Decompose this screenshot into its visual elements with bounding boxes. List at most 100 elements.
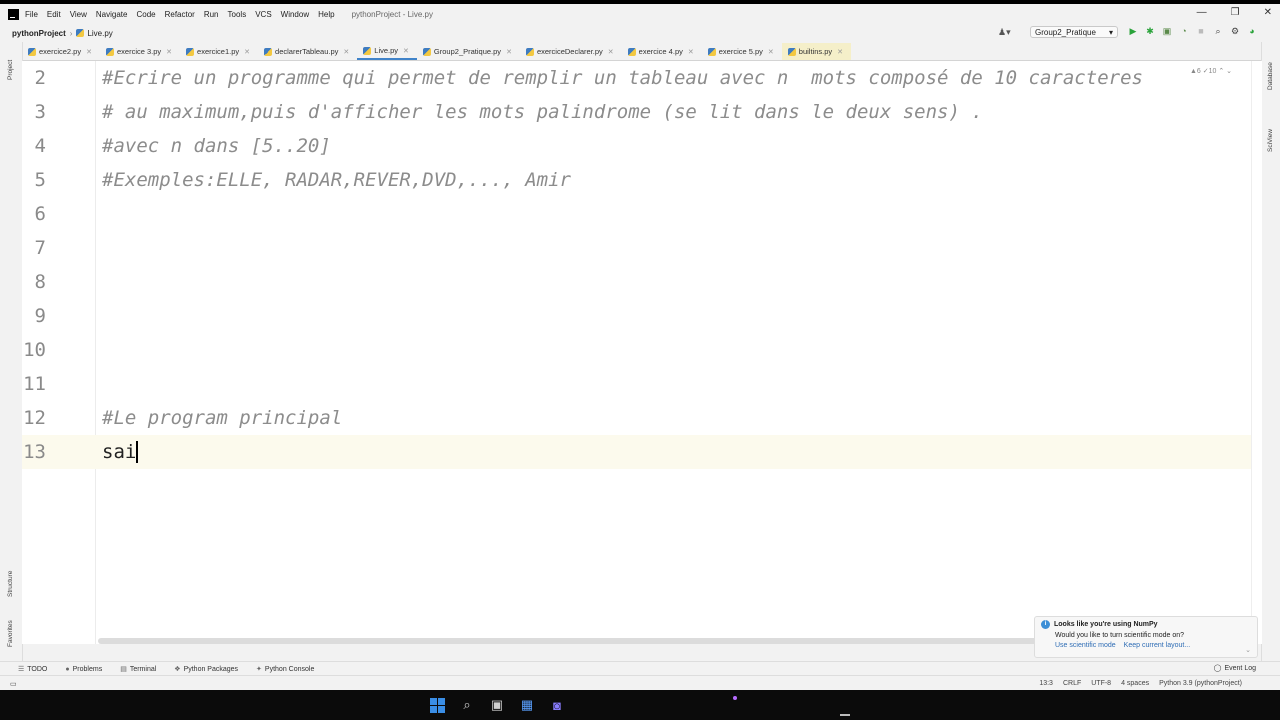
tab-group2-pratique[interactable]: Group2_Pratique.py ✕ xyxy=(417,43,520,60)
menu-tools[interactable]: Tools xyxy=(228,10,247,19)
code-editor[interactable]: ▲6 ✓10 ⌃ ⌄ 2 #Ecrire un programme qui pe… xyxy=(22,61,1262,644)
code-line[interactable]: 2 #Ecrire un programme qui permet de rem… xyxy=(22,61,1262,95)
update-icon[interactable]: ◕ xyxy=(1247,26,1257,37)
terminal-tab[interactable]: ▤ Terminal xyxy=(120,665,156,674)
code-text: # au maximum,puis d'afficher les mots pa… xyxy=(102,101,983,123)
editor-tab-bar: exercice2.py ✕ exercice 3.py ✕ exercice1.p… xyxy=(22,42,1262,61)
run-configuration-select[interactable]: Group2_Pratique ▾ xyxy=(1030,26,1118,38)
tab-exercice-declarer[interactable]: exerciceDeclarer.py ✕ xyxy=(520,43,622,60)
run-icon[interactable]: ▶ xyxy=(1128,26,1138,37)
code-line[interactable]: 12 #Le program principal xyxy=(22,401,1262,435)
code-line[interactable]: 6 xyxy=(22,197,1262,231)
line-separator[interactable]: CRLF xyxy=(1063,680,1081,687)
python-file-icon xyxy=(28,47,36,56)
close-tab-icon[interactable]: ✕ xyxy=(506,48,512,56)
python-interpreter[interactable]: Python 3.9 (pythonProject) xyxy=(1159,680,1242,687)
menu-edit[interactable]: Edit xyxy=(47,10,61,19)
keep-current-layout-link[interactable]: Keep current layout... xyxy=(1124,642,1191,649)
code-line[interactable]: 4 #avec n dans [5..20] xyxy=(22,129,1262,163)
tab-exercice-5[interactable]: exercice 5.py ✕ xyxy=(702,43,782,60)
search-icon[interactable]: ⌕ xyxy=(1213,26,1223,37)
status-widgets: 13:3 CRLF UTF-8 4 spaces Python 3.9 (pyt… xyxy=(1039,680,1242,687)
sciview-tool-button[interactable]: SciView xyxy=(1267,129,1274,152)
python-packages-tab[interactable]: ❖ Python Packages xyxy=(174,665,238,674)
code-line[interactable]: 3 # au maximum,puis d'afficher les mots … xyxy=(22,95,1262,129)
minimize-button[interactable]: — xyxy=(1197,7,1207,18)
notification-body: Would you like to turn scientific mode o… xyxy=(1055,632,1185,639)
profile-icon[interactable]: ◔ xyxy=(1179,26,1189,37)
debug-icon[interactable]: ✱ xyxy=(1145,26,1155,37)
code-line[interactable]: 9 xyxy=(22,299,1262,333)
close-tab-icon[interactable]: ✕ xyxy=(768,48,774,56)
tab-exercice2[interactable]: exercice2.py ✕ xyxy=(22,43,100,60)
vcs-user-icon[interactable]: ♟▾ xyxy=(998,27,1011,38)
event-log-button[interactable]: ◯ Event Log xyxy=(1213,664,1256,673)
event-log-icon: ◯ xyxy=(1213,665,1222,672)
gear-icon[interactable]: ⚙ xyxy=(1230,26,1240,37)
tab-exercice1[interactable]: exercice1.py ✕ xyxy=(180,43,258,60)
menu-window[interactable]: Window xyxy=(281,10,309,19)
use-scientific-mode-link[interactable]: Use scientific mode xyxy=(1055,642,1116,649)
line-number: 3 xyxy=(34,101,46,123)
project-tool-button[interactable]: Project xyxy=(7,60,14,80)
close-tab-icon[interactable]: ✕ xyxy=(166,48,172,56)
menu-run[interactable]: Run xyxy=(204,10,219,19)
widgets-icon[interactable]: ▦ xyxy=(518,696,536,714)
menu-code[interactable]: Code xyxy=(136,10,155,19)
code-line-current[interactable]: 13 sai xyxy=(22,435,1262,469)
favorites-tool-button[interactable]: Favorites xyxy=(7,620,14,647)
code-text: #avec n dans [5..20] xyxy=(102,135,331,157)
maximize-button[interactable]: ❐ xyxy=(1231,7,1240,18)
code-line[interactable]: 10 xyxy=(22,333,1262,367)
menu-view[interactable]: View xyxy=(70,10,87,19)
coverage-icon[interactable]: ▣ xyxy=(1162,26,1172,37)
tab-declarer-tableau[interactable]: declarerTableau.py ✕ xyxy=(258,43,357,60)
stop-icon[interactable]: ■ xyxy=(1196,26,1206,37)
chevron-down-icon[interactable]: ⌄ xyxy=(1245,646,1251,654)
menu-file[interactable]: File xyxy=(25,10,38,19)
close-tab-icon[interactable]: ✕ xyxy=(837,48,843,56)
menu-help[interactable]: Help xyxy=(318,10,334,19)
info-icon: i xyxy=(1041,620,1050,629)
breadcrumb-file[interactable]: Live.py xyxy=(76,29,113,38)
left-tool-strip: Project Structure Favorites xyxy=(0,42,23,662)
close-tab-icon[interactable]: ✕ xyxy=(86,48,92,56)
chat-icon[interactable]: ◙ xyxy=(548,696,566,714)
todo-tab[interactable]: ☰ TODO xyxy=(18,665,47,674)
tab-live[interactable]: Live.py ✕ xyxy=(357,43,417,60)
menu-vcs[interactable]: VCS xyxy=(255,10,271,19)
task-view-icon[interactable]: ▣ xyxy=(488,696,506,714)
tab-exercice-4[interactable]: exercice 4.py ✕ xyxy=(622,43,702,60)
code-line[interactable]: 8 xyxy=(22,265,1262,299)
close-tab-icon[interactable]: ✕ xyxy=(608,48,614,56)
structure-tool-button[interactable]: Structure xyxy=(7,571,14,597)
code-line[interactable]: 7 xyxy=(22,231,1262,265)
close-button[interactable]: ✕ xyxy=(1264,7,1272,18)
bottom-tool-tabs: ☰ TODO ● Problems ▤ Terminal ❖ Python Packag… xyxy=(0,661,1280,676)
close-tab-icon[interactable]: ✕ xyxy=(244,48,250,56)
toggle-tool-windows-icon[interactable]: ▭ xyxy=(10,680,17,688)
breadcrumb-separator-icon: › xyxy=(69,28,73,38)
menu-refactor[interactable]: Refactor xyxy=(165,10,195,19)
database-tool-button[interactable]: Database xyxy=(1267,62,1274,90)
breadcrumb-project[interactable]: pythonProject xyxy=(12,29,66,38)
code-line[interactable]: 5 #Exemples:ELLE, RADAR,REVER,DVD,..., A… xyxy=(22,163,1262,197)
python-file-icon xyxy=(76,29,85,37)
code-line[interactable]: 11 xyxy=(22,367,1262,401)
python-console-tab[interactable]: ✦ Python Console xyxy=(256,665,314,674)
search-icon[interactable]: ⌕ xyxy=(458,696,476,714)
navigation-bar: pythonProject › Live.py ♟▾ Group2_Pratiq… xyxy=(0,24,1280,42)
tab-builtins[interactable]: builtins.py ✕ xyxy=(781,43,852,60)
problems-tab[interactable]: ● Problems xyxy=(65,666,102,673)
caret-position[interactable]: 13:3 xyxy=(1039,680,1053,687)
event-log-label: Event Log xyxy=(1224,664,1256,672)
menu-navigate[interactable]: Navigate xyxy=(96,10,128,19)
close-tab-icon[interactable]: ✕ xyxy=(688,48,694,56)
vertical-scrollbar[interactable] xyxy=(1251,61,1262,644)
tab-exercice-3[interactable]: exercice 3.py ✕ xyxy=(100,43,180,60)
windows-start-icon[interactable] xyxy=(428,696,446,714)
indent-setting[interactable]: 4 spaces xyxy=(1121,680,1149,687)
file-encoding[interactable]: UTF-8 xyxy=(1091,680,1111,687)
close-tab-icon[interactable]: ✕ xyxy=(343,48,349,56)
close-tab-icon[interactable]: ✕ xyxy=(403,47,409,55)
